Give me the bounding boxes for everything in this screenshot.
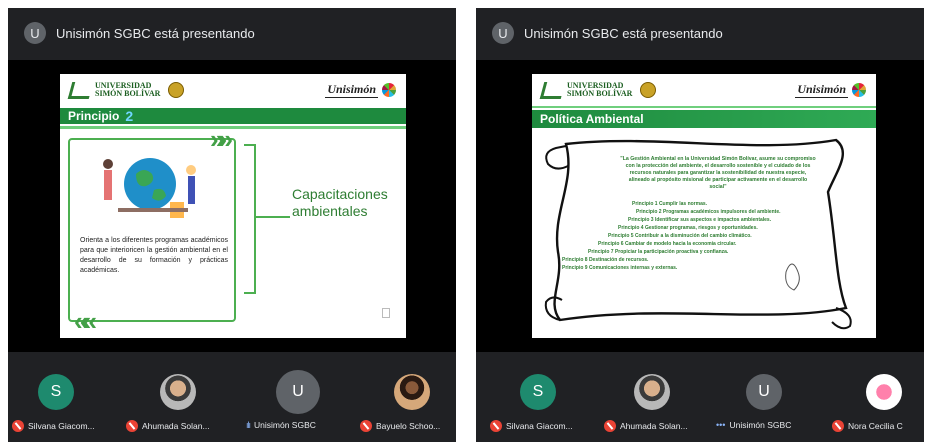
participant-name-4[interactable]: Bayuelo Schoo... <box>360 420 440 432</box>
sdg-wheel-icon <box>852 83 866 97</box>
shared-screen: UNIVERSIDAD SIMÓN BOLÍVAR Unisimón Princ… <box>8 60 456 352</box>
principle-item: Principio 3 Identificar sus aspectos e i… <box>628 217 772 223</box>
presenting-label: Unisimón SGBC está presentando <box>56 25 255 41</box>
slide-title: Principio <box>68 109 120 123</box>
participant-avatar-4[interactable] <box>394 374 430 410</box>
slide-title: Política Ambiental <box>540 112 644 126</box>
mic-off-icon <box>126 420 138 432</box>
participant-avatar-2[interactable] <box>160 374 196 410</box>
principles-list: Principio 1 Cumplir las normas. Principi… <box>558 200 818 272</box>
principle-item: Principio 5 Contribuir a la disminución … <box>608 233 752 239</box>
participant-avatar-1[interactable]: S <box>520 374 556 410</box>
participant-name-3[interactable]: ••• Unisimón SGBC <box>716 420 791 430</box>
slide-title-bar: Política Ambiental <box>532 110 876 128</box>
speaking-indicator-icon: ılı <box>246 420 251 430</box>
principle-box: Orienta a los diferentes programas acadé… <box>68 138 236 322</box>
participant-avatar-4[interactable] <box>866 374 902 410</box>
participant-strip: S U Silvana Giacom... Ahumada Solan... •… <box>476 352 924 442</box>
principle-item: Principio 7 Propiciar la participación p… <box>588 249 729 255</box>
unisimon-brand: Unisimón <box>325 82 378 98</box>
presentation-slide: UNIVERSIDAD SIMÓN BOLÍVAR Unisimón Princ… <box>60 74 406 338</box>
presenting-label: Unisimón SGBC está presentando <box>524 25 723 41</box>
participant-name-1[interactable]: Silvana Giacom... <box>12 420 95 432</box>
participant-avatar-3[interactable]: U <box>746 374 782 410</box>
principle-item: Principio 8 Destinación de recursos. <box>562 257 649 263</box>
more-dots-icon: ••• <box>716 420 726 430</box>
mic-off-icon <box>604 420 616 432</box>
university-name-line2: SIMÓN BOLÍVAR <box>95 89 161 98</box>
participant-name-2[interactable]: Ahumada Solan... <box>604 420 688 432</box>
principle-item: Principio 9 Comunicaciones internas y ex… <box>562 265 678 271</box>
principle-item: Principio 4 Gestionar programas, riesgos… <box>618 225 758 231</box>
participant-name-4[interactable]: Nora Cecilia C <box>832 420 903 432</box>
slide-header: UNIVERSIDAD SIMÓN BOLÍVAR Unisimón <box>532 74 876 106</box>
left-meeting-window: U Unisimón SGBC está presentando UNIVERS… <box>8 8 456 442</box>
participant-strip: S U Silvana Giacom... Ahumada Solan... ı… <box>8 352 456 442</box>
presentation-slide: UNIVERSIDAD SIMÓN BOLÍVAR Unisimón Polít… <box>532 74 876 338</box>
mic-off-icon <box>12 420 24 432</box>
participant-avatar-2[interactable] <box>634 374 670 410</box>
university-logo: UNIVERSIDAD SIMÓN BOLÍVAR <box>67 81 161 99</box>
cursor-icon <box>382 308 390 318</box>
university-logo: UNIVERSIDAD SIMÓN BOLÍVAR <box>539 81 633 99</box>
globe-people-illustration-icon <box>103 158 196 218</box>
university-logo-mark-icon <box>67 81 94 99</box>
chevron-left-icon: «« <box>74 306 97 336</box>
slide-header: UNIVERSIDAD SIMÓN BOLÍVAR Unisimón <box>60 74 406 106</box>
slide-title-number: 2 <box>125 108 134 124</box>
participant-avatar-1[interactable]: S <box>38 374 74 410</box>
policy-statement: "La Gestión Ambiental en la Universidad … <box>620 156 816 190</box>
shared-screen: UNIVERSIDAD SIMÓN BOLÍVAR Unisimón Polít… <box>476 60 924 352</box>
university-seal-icon <box>168 82 185 98</box>
mic-off-icon <box>360 420 372 432</box>
participant-name-1[interactable]: Silvana Giacom... <box>490 420 573 432</box>
principle-description: Orienta a los diferentes programas acadé… <box>80 237 228 274</box>
participant-name-2[interactable]: Ahumada Solan... <box>126 420 210 432</box>
callout-text: Capacitaciones ambientales <box>292 186 388 219</box>
right-meeting-window: U Unisimón SGBC está presentando UNIVERS… <box>476 8 924 442</box>
chevron-right-icon: »» <box>210 124 233 154</box>
divider <box>532 106 876 108</box>
university-seal-icon <box>640 82 657 98</box>
connector-line <box>256 216 290 218</box>
mic-off-icon <box>832 420 844 432</box>
participant-avatar-3[interactable]: U <box>276 370 320 414</box>
principle-item: Principio 2 Programas académicos impulso… <box>636 209 781 215</box>
university-name-line2: SIMÓN BOLÍVAR <box>567 89 633 98</box>
unisimon-brand: Unisimón <box>795 82 848 98</box>
presenter-avatar[interactable]: U <box>24 22 46 44</box>
sdg-wheel-icon <box>382 83 396 97</box>
principle-item: Principio 1 Cumplir las normas. <box>632 201 708 207</box>
university-logo-mark-icon <box>539 81 566 99</box>
presenter-avatar[interactable]: U <box>492 22 514 44</box>
slide-title-bar: Principio 2 <box>60 108 406 124</box>
participant-name-3[interactable]: ılı Unisimón SGBC <box>246 420 316 430</box>
mic-off-icon <box>490 420 502 432</box>
principle-item: Principio 6 Cambiar de modelo hacia la e… <box>598 241 737 247</box>
presenting-bar: U Unisimón SGBC está presentando <box>8 8 456 58</box>
divider <box>60 126 406 129</box>
bracket-connector <box>244 144 256 294</box>
presenting-bar: U Unisimón SGBC está presentando <box>476 8 924 58</box>
